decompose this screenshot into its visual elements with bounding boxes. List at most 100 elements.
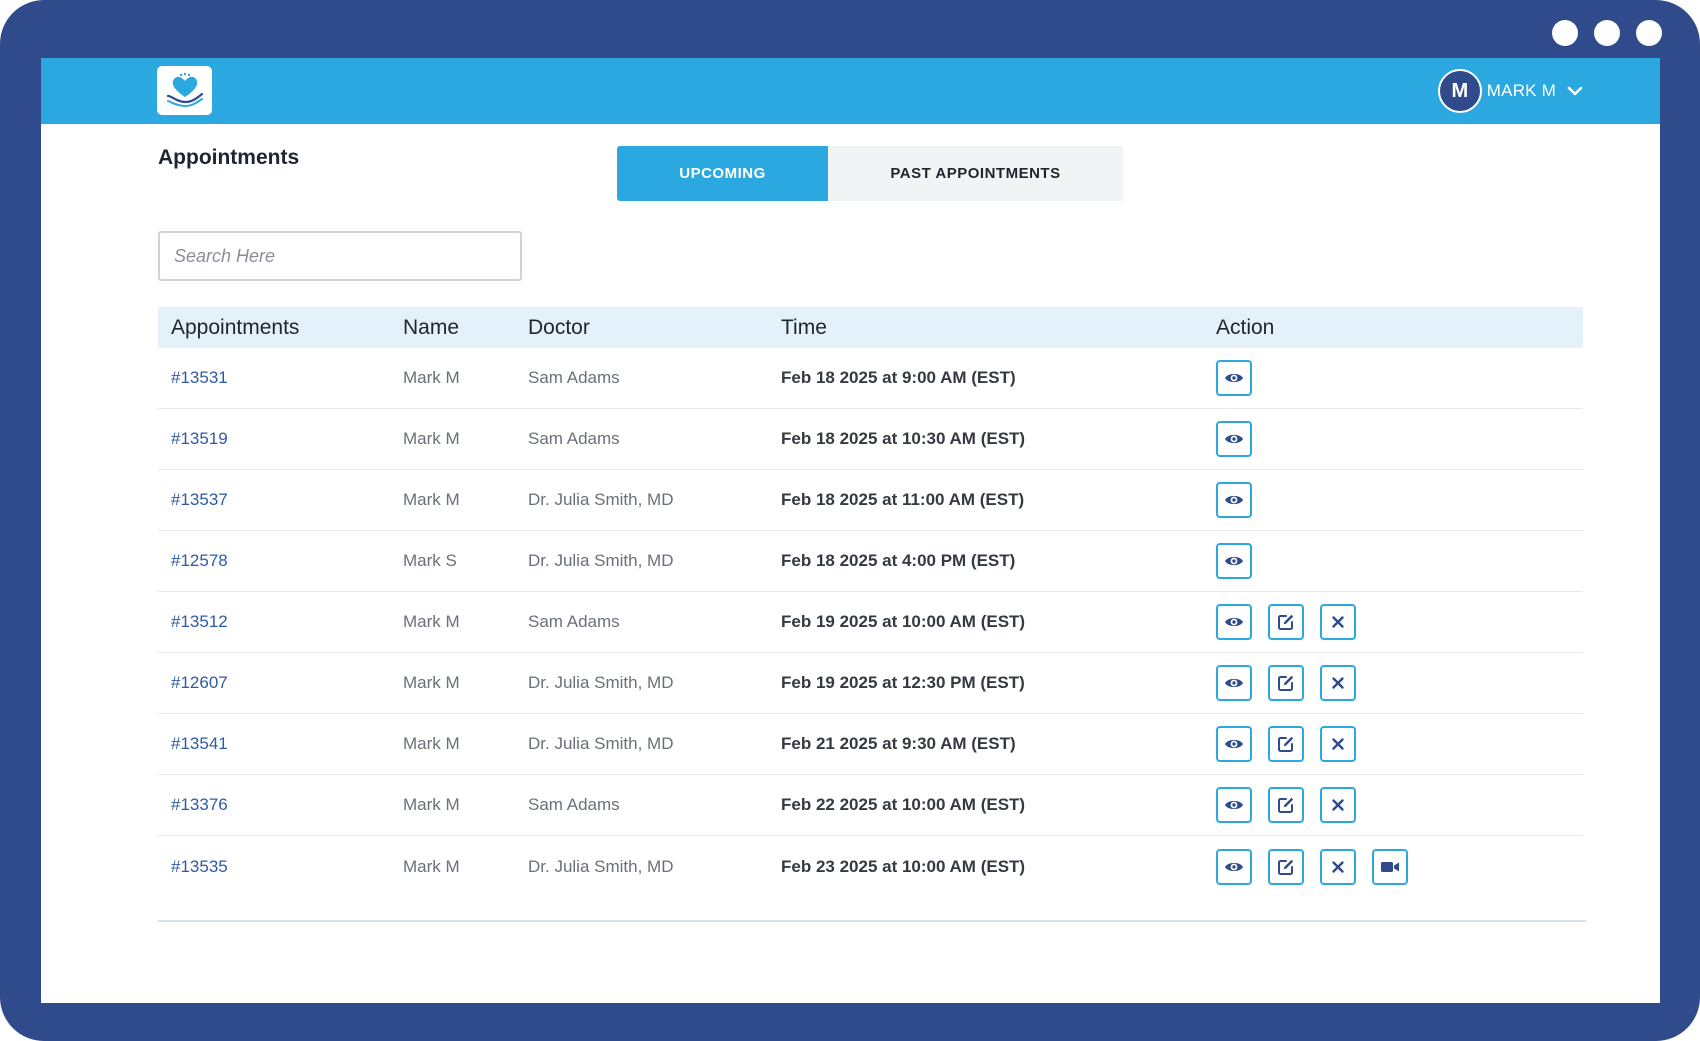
user-menu[interactable]: M MARK M bbox=[1437, 69, 1584, 113]
action-cell bbox=[1216, 482, 1583, 518]
close-icon bbox=[1331, 615, 1345, 629]
appointment-id-link[interactable]: #13541 bbox=[171, 734, 228, 753]
table-row: #12607 Mark M Dr. Julia Smith, MD Feb 19 20… bbox=[158, 653, 1583, 714]
table-header: Appointments Name Doctor Time Action bbox=[158, 307, 1583, 348]
appointment-time: Feb 18 2025 at 10:30 AM (EST) bbox=[781, 429, 1026, 448]
column-header-doctor: Doctor bbox=[528, 315, 590, 339]
close-icon bbox=[1331, 676, 1345, 690]
eye-icon bbox=[1224, 860, 1244, 874]
view-button[interactable] bbox=[1216, 665, 1252, 701]
cancel-button[interactable] bbox=[1320, 848, 1356, 885]
action-cell bbox=[1216, 543, 1583, 579]
cancel-button[interactable] bbox=[1320, 604, 1356, 640]
table-row: #13512 Mark M Sam Adams Feb 19 2025 at 10:0… bbox=[158, 592, 1583, 653]
table-row: #13535 Mark M Dr. Julia Smith, MD Feb 23 20… bbox=[158, 836, 1583, 897]
view-button[interactable] bbox=[1216, 848, 1252, 885]
view-button[interactable] bbox=[1216, 360, 1252, 396]
chevron-down-icon[interactable] bbox=[1566, 82, 1584, 100]
edit-icon bbox=[1277, 796, 1295, 814]
appointment-id-link[interactable]: #13512 bbox=[171, 612, 228, 631]
app-logo[interactable] bbox=[157, 66, 212, 115]
action-cell bbox=[1216, 604, 1583, 640]
appointment-id-link[interactable]: #13537 bbox=[171, 490, 228, 509]
doctor-name: Sam Adams bbox=[528, 795, 620, 814]
action-cell bbox=[1216, 848, 1583, 885]
action-cell bbox=[1216, 360, 1583, 396]
patient-name: Mark M bbox=[403, 429, 460, 448]
appointment-id-link[interactable]: #13376 bbox=[171, 795, 228, 814]
column-header-action: Action bbox=[1216, 315, 1275, 339]
cancel-button[interactable] bbox=[1320, 787, 1356, 823]
edit-button[interactable] bbox=[1268, 665, 1304, 701]
column-header-name: Name bbox=[403, 315, 460, 339]
view-button[interactable] bbox=[1216, 421, 1252, 457]
video-camera-icon bbox=[1380, 860, 1400, 874]
table-row: #13541 Mark M Dr. Julia Smith, MD Feb 21 20… bbox=[158, 714, 1583, 775]
view-button[interactable] bbox=[1216, 726, 1252, 762]
appointment-time: Feb 22 2025 at 10:00 AM (EST) bbox=[781, 795, 1026, 814]
user-name: MARK M bbox=[1486, 81, 1556, 100]
edit-button[interactable] bbox=[1268, 848, 1304, 885]
edit-icon bbox=[1277, 674, 1295, 692]
top-bar: M MARK M bbox=[41, 58, 1660, 124]
tab-upcoming[interactable]: UPCOMING bbox=[617, 146, 828, 201]
table-bottom-divider bbox=[158, 920, 1586, 922]
cancel-button[interactable] bbox=[1320, 726, 1356, 762]
patient-name: Mark M bbox=[403, 795, 460, 814]
appointment-id-link[interactable]: #13531 bbox=[171, 368, 228, 387]
appointment-time: Feb 18 2025 at 9:00 AM (EST) bbox=[781, 368, 1016, 387]
close-icon bbox=[1331, 737, 1345, 751]
edit-button[interactable] bbox=[1268, 604, 1304, 640]
doctor-name: Dr. Julia Smith, MD bbox=[528, 734, 674, 753]
appointment-time: Feb 23 2025 at 10:00 AM (EST) bbox=[781, 856, 1026, 876]
appointment-id-cell: #12578 bbox=[158, 551, 403, 571]
view-button[interactable] bbox=[1216, 604, 1252, 640]
edit-button[interactable] bbox=[1268, 787, 1304, 823]
appointment-id-cell: #13512 bbox=[158, 612, 403, 632]
appointment-id-cell: #12607 bbox=[158, 673, 403, 693]
appointment-time: Feb 19 2025 at 10:00 AM (EST) bbox=[781, 612, 1026, 631]
view-button[interactable] bbox=[1216, 543, 1252, 579]
tab-past-appointments[interactable]: PAST APPOINTMENTS bbox=[828, 146, 1123, 201]
column-header-time: Time bbox=[781, 315, 827, 339]
view-button[interactable] bbox=[1216, 482, 1252, 518]
table-body: #13531 Mark M Sam Adams Feb 18 2025 at 9:00… bbox=[158, 348, 1583, 897]
edit-button[interactable] bbox=[1268, 726, 1304, 762]
table-row: #12578 Mark S Dr. Julia Smith, MD Feb 18 20… bbox=[158, 531, 1583, 592]
patient-name: Mark S bbox=[403, 551, 457, 570]
eye-icon bbox=[1224, 798, 1244, 812]
view-button[interactable] bbox=[1216, 787, 1252, 823]
appointment-id-cell: #13541 bbox=[158, 734, 403, 754]
table-row: #13537 Mark M Dr. Julia Smith, MD Feb 18 20… bbox=[158, 470, 1583, 531]
appointment-id-cell: #13376 bbox=[158, 795, 403, 815]
video-call-button[interactable] bbox=[1372, 848, 1408, 885]
action-cell bbox=[1216, 665, 1583, 701]
action-cell bbox=[1216, 421, 1583, 457]
appointment-id-link[interactable]: #12607 bbox=[171, 673, 228, 692]
device-frame: M MARK M Appointments UPCOMING PAST APPO… bbox=[0, 0, 1700, 1041]
appointment-id-link[interactable]: #13519 bbox=[171, 429, 228, 448]
cancel-button[interactable] bbox=[1320, 665, 1356, 701]
appointment-id-link[interactable]: #13535 bbox=[171, 857, 228, 876]
doctor-name: Dr. Julia Smith, MD bbox=[528, 551, 674, 570]
patient-name: Mark M bbox=[403, 734, 460, 753]
doctor-name: Sam Adams bbox=[528, 612, 620, 631]
search-input[interactable] bbox=[158, 231, 522, 281]
table-row: #13376 Mark M Sam Adams Feb 22 2025 at 10:0… bbox=[158, 775, 1583, 836]
table-row: #13519 Mark M Sam Adams Feb 18 2025 at 10:3… bbox=[158, 409, 1583, 470]
app-screen: M MARK M Appointments UPCOMING PAST APPO… bbox=[41, 58, 1660, 1003]
table-row: #13531 Mark M Sam Adams Feb 18 2025 at 9:00… bbox=[158, 348, 1583, 409]
appointment-id-link[interactable]: #12578 bbox=[171, 551, 228, 570]
edit-icon bbox=[1277, 613, 1295, 631]
page-title: Appointments bbox=[158, 146, 300, 169]
appointment-time: Feb 19 2025 at 12:30 PM (EST) bbox=[781, 673, 1025, 692]
heart-hand-icon bbox=[166, 72, 203, 107]
column-header-appointments: Appointments bbox=[171, 315, 300, 339]
appointments-table: Appointments Name Doctor Time Action #13… bbox=[158, 307, 1583, 897]
doctor-name: Sam Adams bbox=[528, 368, 620, 387]
window-dot bbox=[1594, 20, 1620, 46]
edit-icon bbox=[1277, 858, 1295, 876]
appointment-id-cell: #13519 bbox=[158, 429, 403, 449]
patient-name: Mark M bbox=[403, 856, 460, 876]
doctor-name: Dr. Julia Smith, MD bbox=[528, 673, 674, 692]
